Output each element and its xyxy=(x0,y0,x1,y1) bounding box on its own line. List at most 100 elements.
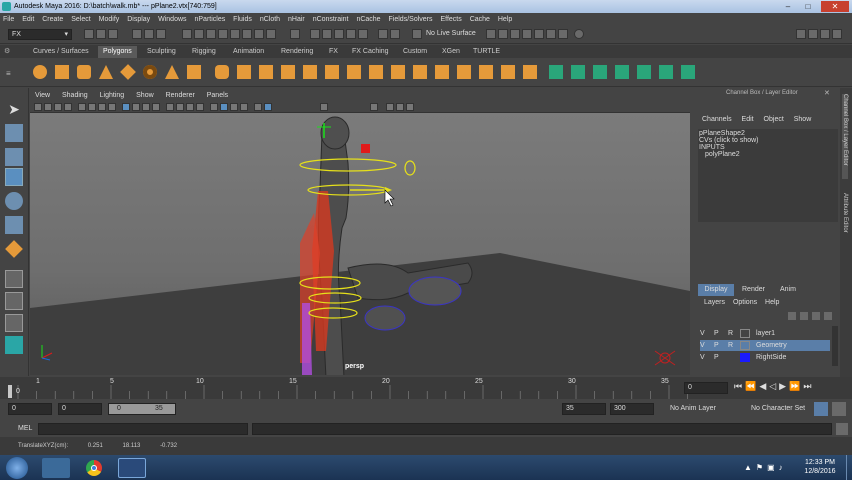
system-tray-icons[interactable]: ▲⚑▣♪ xyxy=(744,463,787,472)
anim-layer-label[interactable]: No Anim Layer xyxy=(670,405,716,412)
last-tool-icon[interactable] xyxy=(5,240,23,258)
bridge-icon[interactable] xyxy=(347,65,361,79)
taskbar-chrome-icon[interactable] xyxy=(80,458,108,478)
menu-fields-solvers[interactable]: Fields/Solvers xyxy=(389,16,433,23)
poly-pyramid-icon[interactable] xyxy=(165,65,179,79)
step-forward-key-icon[interactable]: ⏩ xyxy=(789,381,803,391)
tab-turtle[interactable]: TURTLE xyxy=(468,46,505,58)
xray-components-icon[interactable] xyxy=(240,103,248,111)
globe-icon[interactable] xyxy=(574,29,584,39)
vp-menu-shading[interactable]: Shading xyxy=(62,92,88,99)
menu-cache[interactable]: Cache xyxy=(470,16,490,23)
cb-menu-show[interactable]: Show xyxy=(794,116,812,123)
new-scene-icon[interactable] xyxy=(84,29,94,39)
tab-fx-caching[interactable]: FX Caching xyxy=(347,46,394,58)
tab-xgen[interactable]: XGen xyxy=(437,46,465,58)
cvs-toggle[interactable]: CVs (click to show) xyxy=(699,137,837,144)
mask-curves-icon[interactable] xyxy=(206,29,216,39)
new-layer-from-selection-icon[interactable] xyxy=(824,312,832,320)
select-tool-icon[interactable]: ➤ xyxy=(5,100,23,118)
range-slider[interactable]: 0 35 xyxy=(108,403,176,415)
tab-curves-surfaces[interactable]: Curves / Surfaces xyxy=(28,46,94,58)
close-icon[interactable]: ✕ xyxy=(824,89,830,97)
start-button[interactable] xyxy=(6,457,28,479)
bevel-icon[interactable] xyxy=(369,65,383,79)
make-live-icon[interactable] xyxy=(358,29,368,39)
four-view-layout-icon[interactable] xyxy=(5,292,23,310)
shape-node-name[interactable]: pPlaneShape2 xyxy=(699,130,837,137)
snap-point-icon[interactable] xyxy=(334,29,344,39)
camera-select-icon[interactable] xyxy=(34,103,42,111)
attribute-editor-icon[interactable] xyxy=(808,29,818,39)
tab-display-layers[interactable]: Display xyxy=(698,284,734,296)
lock-selection-icon[interactable] xyxy=(290,29,300,39)
vp-menu-view[interactable]: View xyxy=(35,92,50,99)
input-node[interactable]: polyPlane2 xyxy=(699,151,837,158)
use-all-lights-icon[interactable] xyxy=(166,103,174,111)
hud-icon[interactable] xyxy=(396,103,404,111)
render-view-icon[interactable] xyxy=(522,29,532,39)
outliner-icon[interactable] xyxy=(5,336,23,354)
menu-effects[interactable]: Effects xyxy=(440,16,461,23)
poly-cube-icon[interactable] xyxy=(55,65,69,79)
layer-playback[interactable]: P xyxy=(714,328,719,339)
xray-icon[interactable] xyxy=(220,103,228,111)
bool-union-icon[interactable] xyxy=(281,65,295,79)
menu-modify[interactable]: Modify xyxy=(99,16,120,23)
menu-edit[interactable]: Edit xyxy=(22,16,34,23)
gamma-icon[interactable] xyxy=(264,103,272,111)
poly-torus-icon[interactable] xyxy=(143,65,157,79)
layer-color-swatch[interactable] xyxy=(740,353,750,362)
uv-planar-icon[interactable] xyxy=(549,65,563,79)
mask-deformations-icon[interactable] xyxy=(230,29,240,39)
resolution-gate-icon[interactable] xyxy=(98,103,106,111)
step-back-frame-icon[interactable]: ◀ xyxy=(759,381,769,391)
menu-ncache[interactable]: nCache xyxy=(356,16,380,23)
mask-surfaces-icon[interactable] xyxy=(218,29,228,39)
menu-file[interactable]: File xyxy=(3,16,14,23)
uv-spherical-icon[interactable] xyxy=(593,65,607,79)
command-input[interactable] xyxy=(38,423,248,435)
bookmark-icon[interactable] xyxy=(54,103,62,111)
uv-cylindrical-icon[interactable] xyxy=(571,65,585,79)
cb-menu-object[interactable]: Object xyxy=(764,116,784,123)
play-forward-icon[interactable]: ▶ xyxy=(779,381,789,391)
playback-end-field[interactable]: 35 xyxy=(562,403,606,415)
playblast-icon[interactable] xyxy=(406,103,414,111)
isolate-select-icon[interactable] xyxy=(210,103,218,111)
insert-edge-loop-icon[interactable] xyxy=(479,65,493,79)
mask-joints-icon[interactable] xyxy=(194,29,204,39)
tab-sculpting[interactable]: Sculpting xyxy=(142,46,181,58)
poly-plane-icon[interactable] xyxy=(120,64,136,80)
live-surface-magnet-icon[interactable] xyxy=(412,29,422,39)
move-layer-down-icon[interactable] xyxy=(800,312,808,320)
wireframe-on-shaded-icon[interactable] xyxy=(142,103,150,111)
layer-row[interactable]: V P R Geometry xyxy=(700,340,830,351)
character-set-label[interactable]: No Character Set xyxy=(751,405,805,412)
selection-mask-icon[interactable] xyxy=(182,29,192,39)
menu-nhair[interactable]: nHair xyxy=(288,16,305,23)
layer-playback[interactable]: P xyxy=(714,352,719,363)
camera-attributes-icon[interactable] xyxy=(44,103,52,111)
close-button[interactable]: ✕ xyxy=(821,1,849,12)
snap-curve-icon[interactable] xyxy=(322,29,332,39)
poly-pipe-icon[interactable] xyxy=(187,65,201,79)
menu-windows[interactable]: Windows xyxy=(158,16,186,23)
smooth-icon[interactable] xyxy=(259,65,273,79)
append-polygon-icon[interactable] xyxy=(391,65,405,79)
offset-edge-loop-icon[interactable] xyxy=(501,65,515,79)
tab-polygons[interactable]: Polygons xyxy=(98,46,137,58)
uv-unfold-icon[interactable] xyxy=(681,65,695,79)
animation-start-field[interactable]: 0 xyxy=(8,403,52,415)
menu-fluids[interactable]: Fluids xyxy=(233,16,252,23)
menu-nconstraint[interactable]: nConstraint xyxy=(313,16,349,23)
layer-playback[interactable]: P xyxy=(714,340,719,351)
layer-visibility[interactable]: V xyxy=(700,328,705,339)
menuset-selector[interactable]: FX ▾ xyxy=(8,29,72,40)
render-frame-icon[interactable] xyxy=(486,29,496,39)
exposure-icon[interactable] xyxy=(254,103,262,111)
script-editor-icon[interactable] xyxy=(836,423,848,435)
menu-create[interactable]: Create xyxy=(42,16,63,23)
clock[interactable]: 12:33 PM 12/8/2016 xyxy=(800,458,840,476)
layer-menu-options[interactable]: Options xyxy=(733,299,757,306)
